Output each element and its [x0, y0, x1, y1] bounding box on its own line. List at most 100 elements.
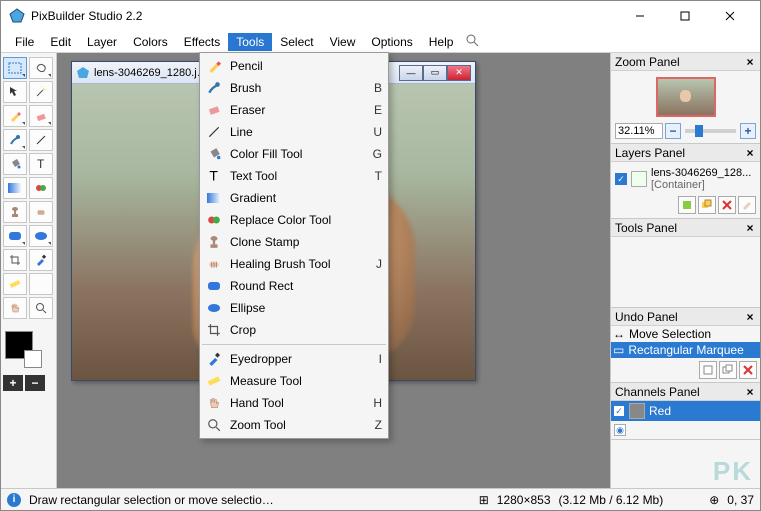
menu-item-eraser[interactable]: EraserE: [200, 99, 388, 121]
tool-hand[interactable]: [3, 297, 27, 319]
undo-item-0[interactable]: ↔Move Selection: [611, 326, 760, 342]
swatch-minus[interactable]: −: [25, 375, 45, 391]
menu-item-clone-stamp[interactable]: Clone Stamp: [200, 231, 388, 253]
layer-name: lens-3046269_128...: [651, 167, 751, 179]
tools-panel-close[interactable]: ×: [744, 221, 756, 235]
doc-minimize-button[interactable]: —: [399, 65, 423, 81]
layer-row[interactable]: ✓ lens-3046269_128... [Container]: [615, 166, 756, 192]
layer-properties-button[interactable]: [738, 196, 756, 214]
eyedropper-icon: [206, 351, 222, 367]
bucket-icon: [206, 146, 222, 162]
tool-heal[interactable]: [29, 201, 53, 223]
undo-clear-button[interactable]: [739, 361, 757, 379]
menu-select[interactable]: Select: [272, 33, 321, 51]
channel-name: Red: [649, 404, 671, 418]
tool-wand[interactable]: [29, 81, 53, 103]
ellipse-icon: [206, 300, 222, 316]
tool-stamp[interactable]: [3, 201, 27, 223]
tool-move[interactable]: [3, 81, 27, 103]
layer-delete-button[interactable]: [718, 196, 736, 214]
tool-ellipse[interactable]: [29, 225, 53, 247]
menu-separator: [202, 344, 386, 345]
menu-item-hand[interactable]: Hand ToolH: [200, 392, 388, 414]
statusbar: i Draw rectangular selection or move sel…: [1, 488, 760, 510]
tool-crop[interactable]: [3, 249, 27, 271]
tool-marquee[interactable]: [3, 57, 27, 79]
tool-replace-color[interactable]: [29, 177, 53, 199]
channel-toggle[interactable]: ◉: [614, 424, 626, 436]
tool-line[interactable]: [29, 129, 53, 151]
toolbox: T + −: [1, 53, 57, 488]
channel-row[interactable]: ✓ Red: [611, 401, 760, 421]
tool-pencil[interactable]: [3, 105, 27, 127]
menu-layer[interactable]: Layer: [79, 33, 125, 51]
layer-visible-checkbox[interactable]: ✓: [615, 173, 627, 185]
menu-item-text[interactable]: TText ToolT: [200, 165, 388, 187]
menu-colors[interactable]: Colors: [125, 33, 176, 51]
menu-help[interactable]: Help: [421, 33, 462, 51]
foreground-swatch[interactable]: [5, 331, 33, 359]
menu-view[interactable]: View: [322, 33, 364, 51]
undo-panel-close[interactable]: ×: [744, 310, 756, 324]
tool-zoom[interactable]: [29, 297, 53, 319]
layers-panel-close[interactable]: ×: [744, 146, 756, 160]
zoom-out-button[interactable]: −: [665, 123, 681, 139]
channels-panel: Channels Panel× ✓ Red ◉: [611, 383, 760, 440]
tool-lasso[interactable]: [29, 57, 53, 79]
menu-item-ellipse[interactable]: Ellipse: [200, 297, 388, 319]
doc-maximize-button[interactable]: ▭: [423, 65, 447, 81]
undo-panel: Undo Panel× ↔Move Selection ▭Rectangular…: [611, 308, 760, 383]
undo-duplicate-button[interactable]: [719, 361, 737, 379]
menu-tools[interactable]: Tools: [228, 33, 272, 51]
layer-new-button[interactable]: [678, 196, 696, 214]
tool-brush[interactable]: [3, 129, 27, 151]
menu-item-pencil[interactable]: Pencil: [200, 55, 388, 77]
menu-item-replace-color[interactable]: Replace Color Tool: [200, 209, 388, 231]
menu-options[interactable]: Options: [363, 33, 420, 51]
tool-measure[interactable]: [3, 273, 27, 295]
channel-visible-checkbox[interactable]: ✓: [613, 405, 625, 417]
tool-bucket[interactable]: [3, 153, 27, 175]
zoom-panel-close[interactable]: ×: [744, 55, 756, 69]
undo-item-1[interactable]: ▭Rectangular Marquee: [611, 342, 760, 358]
tool-gradient[interactable]: [3, 177, 27, 199]
menu-item-round-rect[interactable]: Round Rect: [200, 275, 388, 297]
menu-item-crop[interactable]: Crop: [200, 319, 388, 341]
menu-item-color-fill[interactable]: Color Fill ToolG: [200, 143, 388, 165]
swatch-plus[interactable]: +: [3, 375, 23, 391]
menu-item-line[interactable]: LineU: [200, 121, 388, 143]
menu-edit[interactable]: Edit: [42, 33, 79, 51]
undo-save-button[interactable]: [699, 361, 717, 379]
tool-eraser[interactable]: [29, 105, 53, 127]
menu-item-gradient[interactable]: Gradient: [200, 187, 388, 209]
zoom-value[interactable]: 32.11%: [615, 123, 663, 139]
menu-item-brush[interactable]: BrushB: [200, 77, 388, 99]
doc-close-button[interactable]: ✕: [447, 65, 471, 81]
menu-file[interactable]: File: [7, 33, 42, 51]
status-memory: (3.12 Mb / 6.12 Mb): [559, 493, 664, 507]
menu-effects[interactable]: Effects: [176, 33, 228, 51]
search-icon[interactable]: [465, 33, 479, 50]
maximize-button[interactable]: [662, 2, 707, 30]
zoom-slider[interactable]: [685, 129, 736, 133]
svg-text:T: T: [209, 169, 218, 183]
coords-icon: ⊕: [709, 493, 719, 507]
zoom-thumbnail[interactable]: [656, 77, 716, 117]
menu-item-healing-brush[interactable]: Healing Brush ToolJ: [200, 253, 388, 275]
color-swatches[interactable]: [3, 329, 54, 361]
minimize-button[interactable]: [617, 2, 662, 30]
channels-panel-close[interactable]: ×: [744, 385, 756, 399]
tool-text[interactable]: T: [29, 153, 53, 175]
close-button[interactable]: [707, 2, 752, 30]
menu-item-zoom[interactable]: Zoom ToolZ: [200, 414, 388, 436]
layer-duplicate-button[interactable]: [698, 196, 716, 214]
menu-item-measure[interactable]: Measure Tool: [200, 370, 388, 392]
undo-panel-title: Undo Panel: [615, 310, 744, 324]
zoom-in-button[interactable]: +: [740, 123, 756, 139]
zoom-icon: [206, 417, 222, 433]
tool-roundrect[interactable]: [3, 225, 27, 247]
brush-icon: [206, 80, 222, 96]
background-swatch[interactable]: [24, 350, 42, 368]
menu-item-eyedropper[interactable]: EyedropperI: [200, 348, 388, 370]
tool-eyedropper[interactable]: [29, 249, 53, 271]
